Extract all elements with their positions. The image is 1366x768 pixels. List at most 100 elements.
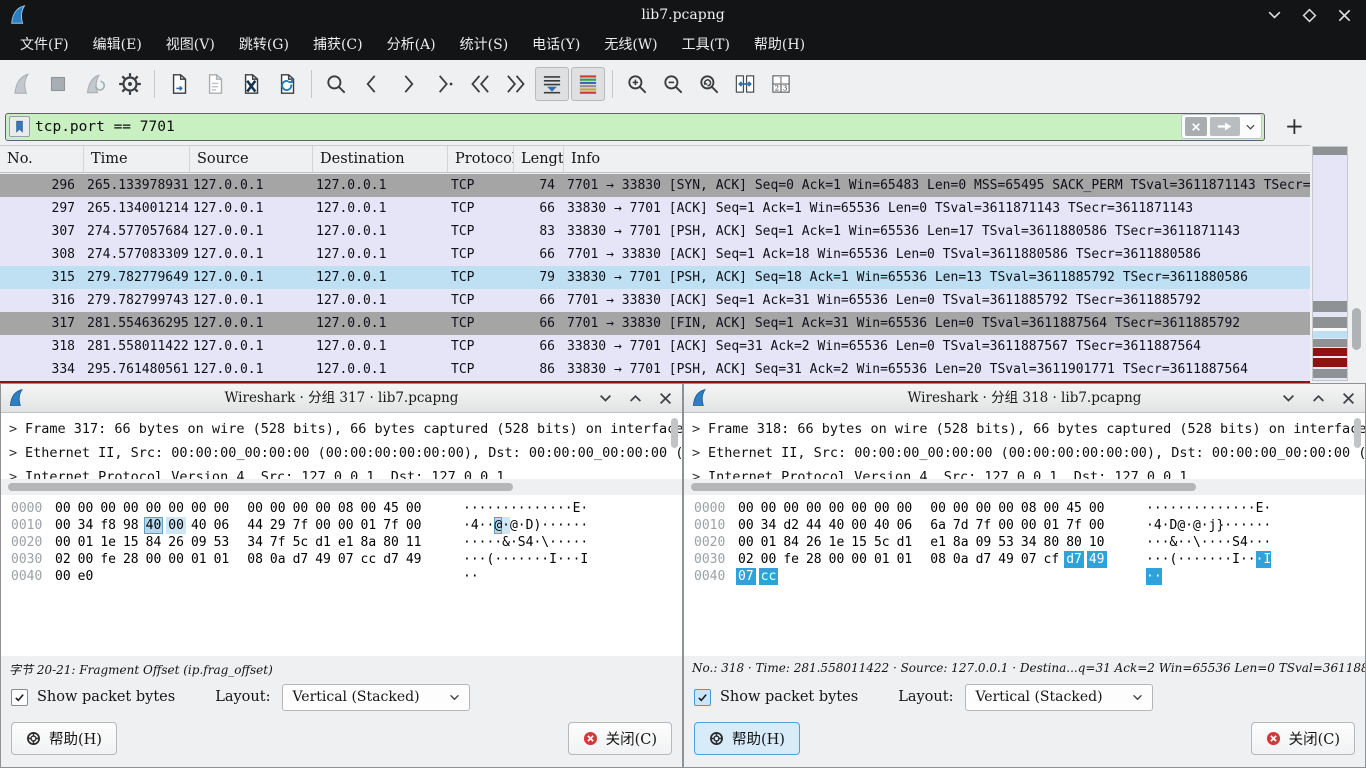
hex-byte[interactable]: 8a [359, 534, 379, 551]
tree-row-0[interactable]: >Frame 318: 66 bytes on wire (528 bits),… [684, 417, 1365, 441]
hex-byte[interactable]: 02 [53, 551, 73, 568]
ascii-char[interactable]: · [1193, 500, 1201, 517]
menu-item-view[interactable]: 视图(V) [154, 30, 227, 60]
ascii-char[interactable]: · [471, 500, 479, 517]
ascii-char[interactable]: · [518, 551, 526, 568]
hex-byte[interactable]: 00 [245, 500, 265, 517]
column-header-no[interactable]: No. [0, 146, 84, 172]
ascii-char[interactable]: · [1146, 551, 1154, 568]
hex-byte[interactable]: 28 [804, 551, 824, 568]
hex-byte[interactable]: d1 [895, 534, 915, 551]
hex-byte[interactable]: 5c [872, 534, 892, 551]
hex-byte[interactable]: 1e [98, 534, 118, 551]
ascii-char[interactable]: · [557, 551, 565, 568]
ascii-char[interactable]: · [565, 551, 573, 568]
filter-dropdown-chevron-icon[interactable] [1243, 117, 1258, 136]
menu-item-file[interactable]: 文件(F) [8, 30, 81, 60]
ascii-char[interactable]: I [1232, 551, 1240, 568]
hex-byte[interactable]: 40 [144, 517, 164, 534]
hex-byte[interactable]: 02 [736, 551, 756, 568]
close-capture-icon[interactable] [234, 67, 268, 101]
ascii-char[interactable]: · [1162, 534, 1170, 551]
ascii-char[interactable]: · [1146, 534, 1154, 551]
ascii-char[interactable]: · [557, 500, 565, 517]
packet-row-307[interactable]: 307274.577057684127.0.0.1127.0.0.1TCP833… [0, 220, 1310, 243]
hex-byte[interactable]: 00 [759, 551, 779, 568]
hex-byte[interactable]: 98 [121, 517, 141, 534]
ascii-char[interactable]: · [549, 534, 557, 551]
ascii-char[interactable]: · [471, 534, 479, 551]
menu-item-tools[interactable]: 工具(T) [670, 30, 742, 60]
stop-capture-icon[interactable] [41, 67, 75, 101]
hex-byte[interactable]: 84 [781, 534, 801, 551]
ascii-char[interactable]: · [479, 517, 487, 534]
show-packet-bytes-checkbox[interactable] [11, 689, 28, 706]
hex-byte[interactable]: 1e [827, 534, 847, 551]
hex-byte[interactable]: 00 [1087, 500, 1107, 517]
hex-byte[interactable]: 49 [404, 551, 424, 568]
ascii-char[interactable]: · [1224, 500, 1232, 517]
hex-byte[interactable]: 53 [996, 534, 1016, 551]
hex-byte[interactable]: 40 [189, 517, 209, 534]
start-capture-fin-icon[interactable] [5, 67, 39, 101]
ascii-char[interactable]: · [486, 534, 494, 551]
ascii-char[interactable]: · [502, 551, 510, 568]
ascii-char[interactable]: ( [1169, 551, 1177, 568]
ascii-char[interactable]: · [1185, 517, 1193, 534]
ascii-char[interactable]: 4 [1240, 534, 1248, 551]
ascii-char[interactable]: · [1232, 500, 1240, 517]
hex-byte[interactable]: d2 [781, 517, 801, 534]
hex-byte[interactable]: 45 [1064, 500, 1084, 517]
hex-byte[interactable]: 00 [827, 551, 847, 568]
hex-byte[interactable]: 34 [759, 517, 779, 534]
menu-item-analyze[interactable]: 分析(A) [375, 30, 448, 60]
hex-byte[interactable]: 06 [212, 517, 232, 534]
minimize-button[interactable] [1267, 8, 1282, 23]
ascii-char[interactable]: · [1193, 551, 1201, 568]
ascii-char[interactable]: @ [494, 517, 502, 534]
show-packet-bytes-checkbox[interactable] [694, 689, 711, 706]
ascii-char[interactable]: · [541, 551, 549, 568]
hex-byte[interactable]: 80 [381, 534, 401, 551]
hex-byte[interactable]: 53 [212, 534, 232, 551]
hex-byte[interactable]: 7d [951, 517, 971, 534]
ascii-char[interactable]: · [533, 500, 541, 517]
hex-byte[interactable]: cc [359, 551, 379, 568]
hex-byte[interactable]: 0a [268, 551, 288, 568]
horizontal-scrollbar[interactable] [1, 479, 682, 495]
ascii-char[interactable]: · [533, 534, 541, 551]
ascii-char[interactable]: · [565, 517, 573, 534]
column-header-source[interactable]: Source [190, 146, 313, 172]
packet-row-315[interactable]: 315279.782779649127.0.0.1127.0.0.1TCP793… [0, 266, 1310, 289]
go-to-packet-icon[interactable] [427, 67, 461, 101]
ascii-char[interactable]: · [1201, 534, 1209, 551]
menu-item-help[interactable]: 帮助(H) [742, 30, 817, 60]
ascii-char[interactable]: · [1216, 551, 1224, 568]
ascii-char[interactable]: E [573, 500, 581, 517]
display-filter-input[interactable]: tcp.port == 7701 [5, 113, 1265, 141]
hex-byte[interactable]: 34 [245, 534, 265, 551]
hex-byte[interactable]: 01 [1042, 517, 1062, 534]
ascii-char[interactable]: \ [541, 534, 549, 551]
hex-byte[interactable]: 00 [336, 517, 356, 534]
ascii-char[interactable]: · [1224, 551, 1232, 568]
hex-byte[interactable]: 15 [849, 534, 869, 551]
ascii-char[interactable]: · [1162, 500, 1170, 517]
packet-row-308[interactable]: 308274.577083309127.0.0.1127.0.0.1TCP667… [0, 243, 1310, 266]
ascii-char[interactable]: · [510, 534, 518, 551]
ascii-char[interactable]: · [573, 551, 581, 568]
menu-item-go[interactable]: 跳转(G) [227, 30, 301, 60]
ascii-char[interactable]: · [1263, 534, 1271, 551]
ascii-char[interactable]: D [1169, 517, 1177, 534]
hex-byte[interactable]: 00 [759, 500, 779, 517]
hex-byte[interactable]: d7 [291, 551, 311, 568]
reload-capture-icon[interactable] [270, 67, 304, 101]
hex-byte[interactable]: 00 [53, 534, 73, 551]
ascii-char[interactable]: · [1224, 517, 1232, 534]
ascii-char[interactable]: · [1154, 551, 1162, 568]
hex-byte[interactable]: 44 [804, 517, 824, 534]
ascii-char[interactable]: · [549, 517, 557, 534]
ascii-char[interactable]: \ [1193, 534, 1201, 551]
column-header-protocol[interactable]: Protocol [448, 146, 514, 172]
expander-chevron-icon[interactable]: > [9, 417, 25, 441]
